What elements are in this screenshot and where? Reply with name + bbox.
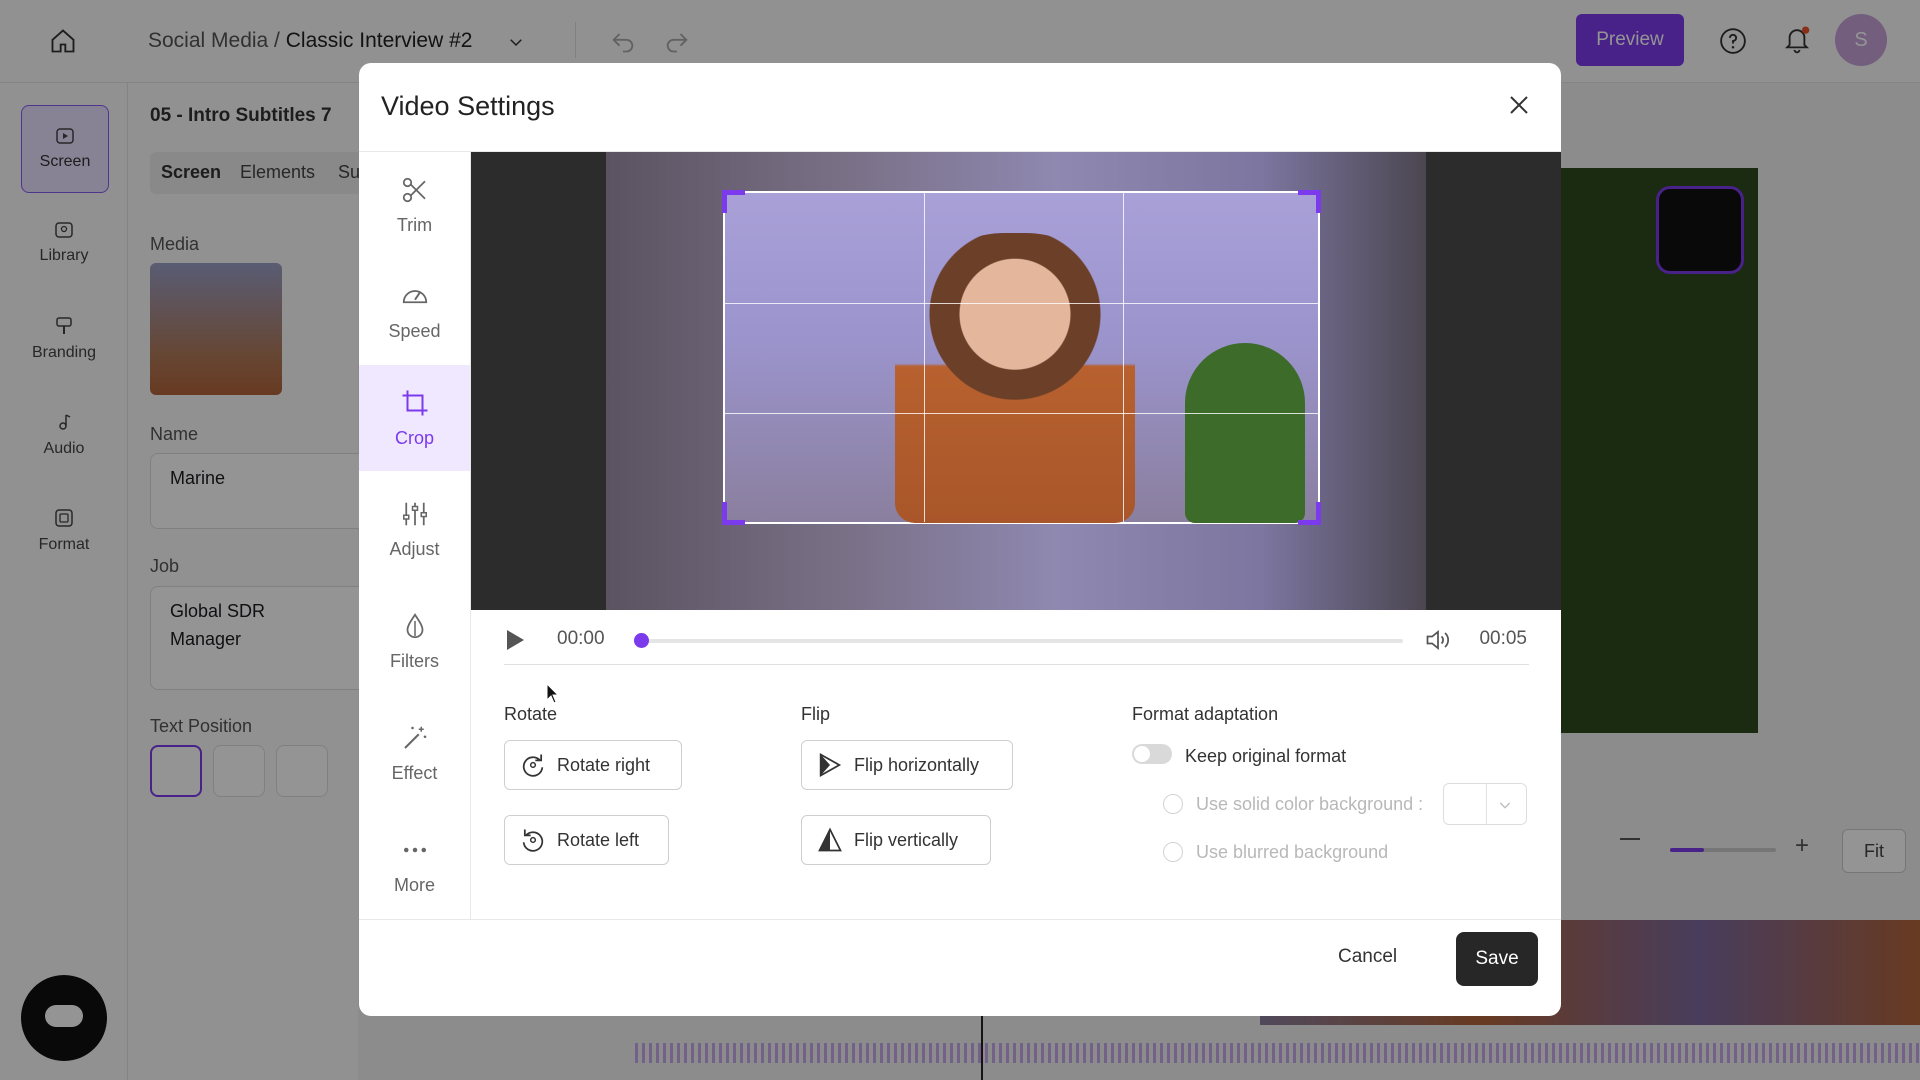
flip-horizontal-icon	[819, 753, 842, 777]
tool-label: More	[393, 874, 435, 895]
keep-original-label: Keep original format	[1185, 746, 1347, 766]
flip-vertically-label: Flip vertically	[854, 829, 959, 850]
divider	[359, 919, 1561, 920]
rotate-right-label: Rotate right	[557, 754, 651, 775]
chevron-down-icon	[1499, 802, 1511, 809]
crop-grid-line	[725, 303, 1318, 304]
rotate-right-button[interactable]: Rotate right	[504, 740, 682, 790]
flip-vertical-icon	[818, 827, 842, 852]
tool-label: Speed	[388, 320, 441, 341]
play-icon[interactable]	[505, 629, 525, 651]
solid-color-radio[interactable]	[1163, 794, 1183, 814]
tool-trim[interactable]: Trim	[359, 152, 470, 258]
tool-filters[interactable]: Filters	[359, 588, 470, 694]
close-icon	[1510, 96, 1528, 114]
tool-sidebar: Trim Speed Crop Adjust Filters Effect Mo…	[359, 152, 471, 919]
tool-label: Filters	[390, 650, 439, 671]
solid-color-label: Use solid color background :	[1196, 794, 1424, 814]
blurred-background-radio[interactable]	[1163, 842, 1183, 862]
crop-area[interactable]	[722, 190, 1321, 525]
tool-crop[interactable]: Crop	[359, 365, 470, 471]
modal-title: Video Settings	[381, 91, 555, 121]
rotate-left-button[interactable]: Rotate left	[504, 815, 669, 865]
speedometer-icon	[402, 289, 427, 303]
crop-handle-bottom-left[interactable]	[722, 502, 745, 525]
crop-handle-top-right[interactable]	[1298, 190, 1321, 213]
tool-label: Trim	[396, 214, 433, 235]
scrubber[interactable]	[634, 633, 1403, 648]
flip-horizontally-button[interactable]: Flip horizontally	[801, 740, 1013, 790]
format-adaptation-title: Format adaptation	[1132, 704, 1279, 724]
video-preview	[471, 152, 1561, 610]
rotate-left-icon	[522, 829, 544, 852]
flip-title: Flip	[801, 704, 831, 724]
save-button[interactable]: Save	[1456, 932, 1538, 986]
current-time: 00:00	[557, 628, 605, 649]
drop-icon	[406, 612, 423, 638]
tool-more[interactable]: More	[359, 812, 470, 918]
plant	[1185, 343, 1305, 523]
magic-wand-icon	[403, 726, 426, 749]
tool-label: Effect	[391, 762, 438, 783]
rotate-left-label: Rotate left	[557, 829, 640, 850]
tool-label: Adjust	[389, 538, 440, 559]
tool-effect[interactable]: Effect	[359, 700, 470, 806]
presenter	[895, 233, 1135, 523]
color-select[interactable]	[1443, 783, 1527, 825]
video-settings-modal: Video Settings Trim Speed Crop Adjust Fi…	[359, 63, 1561, 1016]
blurred-background-label: Use blurred background	[1196, 842, 1389, 862]
scrubber-handle[interactable]	[634, 633, 649, 648]
rotate-title: Rotate	[504, 704, 558, 724]
scissors-icon	[402, 177, 426, 202]
close-button[interactable]	[1501, 87, 1537, 123]
tool-speed[interactable]: Speed	[359, 258, 470, 364]
more-dots-icon	[403, 847, 426, 852]
divider	[1486, 784, 1487, 824]
tool-adjust[interactable]: Adjust	[359, 476, 470, 582]
crop-grid-line	[1123, 193, 1124, 522]
crop-handle-top-left[interactable]	[722, 190, 745, 213]
flip-horizontally-label: Flip horizontally	[854, 754, 980, 775]
sliders-icon	[402, 502, 427, 525]
toggle-knob	[1134, 746, 1150, 762]
end-time: 00:05	[1479, 628, 1527, 649]
player-controls: 00:00 00:05	[471, 610, 1561, 670]
keep-original-toggle[interactable]	[1132, 744, 1172, 764]
crop-handle-bottom-right[interactable]	[1298, 502, 1321, 525]
crop-grid-line	[725, 413, 1318, 414]
crop-icon	[402, 390, 427, 415]
cancel-button[interactable]: Cancel	[1338, 946, 1397, 968]
flip-vertically-button[interactable]: Flip vertically	[801, 815, 991, 865]
volume-icon[interactable]	[1423, 626, 1453, 654]
rotate-right-icon	[522, 754, 544, 777]
mouse-cursor-icon	[546, 683, 560, 704]
crop-grid-line	[924, 193, 925, 522]
tool-label: Crop	[394, 427, 434, 448]
divider	[504, 664, 1529, 665]
